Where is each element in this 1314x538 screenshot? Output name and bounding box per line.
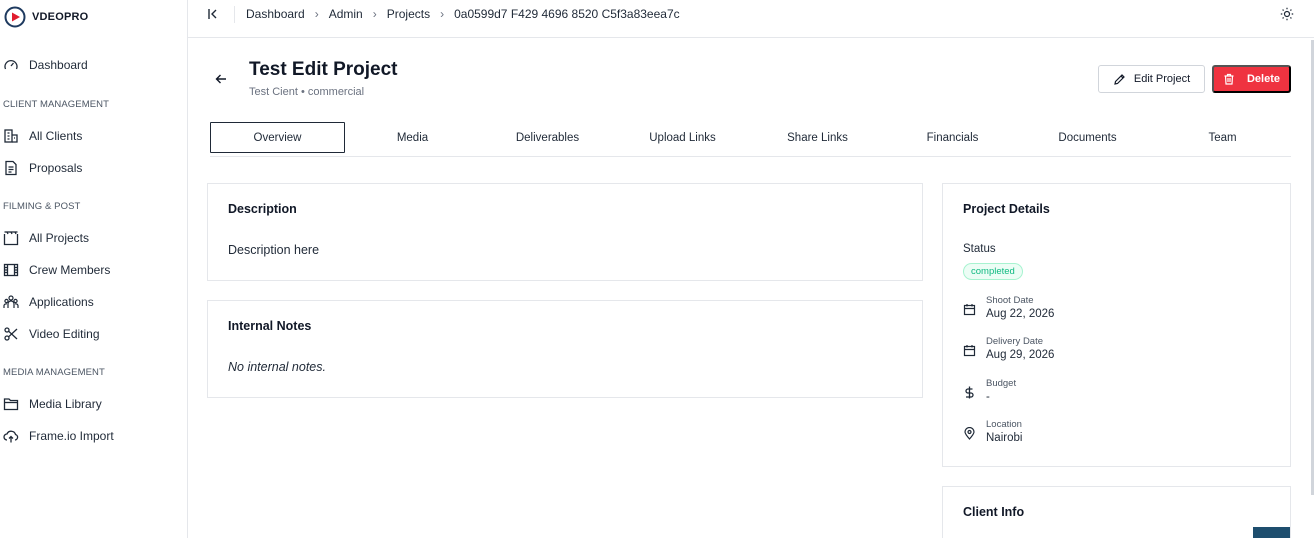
- cloud-upload-icon: [3, 430, 19, 443]
- sidebar-item-media-library[interactable]: Media Library: [3, 394, 102, 414]
- tab-overview[interactable]: Overview: [210, 122, 345, 153]
- film-icon: [3, 263, 19, 277]
- dollar-icon: [965, 386, 974, 399]
- chevron-right-icon: ›: [372, 7, 377, 21]
- sidebar-item-proposals[interactable]: Proposals: [3, 158, 82, 178]
- topbar-divider: [234, 6, 235, 23]
- client-info-title: Client Info: [963, 505, 1025, 519]
- page-subtitle: Test Cient • commercial: [249, 86, 365, 98]
- shoot-date-label: Shoot Date: [986, 295, 1034, 306]
- breadcrumb: Dashboard › Admin › Projects › 0a0599d7 …: [246, 7, 680, 21]
- internal-notes-title: Internal Notes: [228, 319, 312, 333]
- sidebar-item-all-projects[interactable]: All Projects: [3, 228, 89, 248]
- sidebar-item-dashboard[interactable]: Dashboard: [3, 55, 88, 75]
- sidebar-item-label: Crew Members: [29, 263, 111, 277]
- calendar-icon: [963, 304, 976, 316]
- description-text: Description here: [228, 243, 320, 257]
- sidebar-item-all-clients[interactable]: All Clients: [3, 126, 82, 146]
- sidebar-item-frameio-import[interactable]: Frame.io Import: [3, 426, 114, 446]
- budget-label: Budget: [986, 378, 1017, 389]
- tab-financials[interactable]: Financials: [885, 122, 1020, 153]
- sidebar-section-media-management: MEDIA MANAGEMENT: [3, 367, 105, 378]
- sidebar-item-applications[interactable]: Applications: [3, 292, 94, 312]
- project-tabs: Overview Media Deliverables Upload Links…: [210, 122, 1291, 157]
- sidebar-item-label: Media Library: [29, 397, 102, 411]
- folder-icon: [3, 398, 19, 411]
- sidebar-section-client-management: CLIENT MANAGEMENT: [3, 99, 110, 110]
- tab-upload-links[interactable]: Upload Links: [615, 122, 750, 153]
- budget-value: -: [986, 391, 990, 403]
- scissors-icon: [4, 327, 18, 341]
- description-title: Description: [228, 202, 297, 216]
- document-icon: [5, 160, 17, 176]
- status-label: Status: [963, 243, 996, 255]
- sidebar-item-label: Dashboard: [29, 58, 88, 72]
- shoot-date-row: Shoot Date Aug 22, 2026: [963, 295, 1054, 320]
- breadcrumb-projects[interactable]: Projects: [387, 7, 430, 21]
- sidebar: VDEOPRO Dashboard CLIENT MANAGEMENT All …: [0, 0, 188, 538]
- sun-icon[interactable]: [1280, 7, 1294, 21]
- breadcrumb-current: 0a0599d7 F429 4696 8520 C5f3a83eea7c: [454, 7, 680, 21]
- gauge-icon: [4, 59, 18, 70]
- internal-notes-card: Internal Notes No internal notes.: [207, 300, 923, 398]
- pencil-icon: [1114, 73, 1125, 85]
- sidebar-item-label: Video Editing: [29, 327, 100, 341]
- users-icon: [3, 295, 19, 308]
- tab-documents[interactable]: Documents: [1020, 122, 1155, 153]
- chevron-right-icon: ›: [314, 7, 319, 21]
- sidebar-item-video-editing[interactable]: Video Editing: [3, 324, 100, 344]
- sidebar-item-label: All Clients: [29, 129, 83, 143]
- tab-media[interactable]: Media: [345, 122, 480, 153]
- sidebar-item-crew-members[interactable]: Crew Members: [3, 260, 110, 280]
- brand[interactable]: VDEOPRO: [4, 6, 88, 28]
- location-label: Location: [986, 419, 1022, 430]
- breadcrumb-admin[interactable]: Admin: [329, 7, 363, 21]
- building-icon: [4, 129, 18, 143]
- edit-project-button[interactable]: Edit Project: [1098, 65, 1205, 93]
- calendar-icon: [963, 345, 976, 357]
- edit-project-label: Edit Project: [1133, 73, 1191, 85]
- page-title: Test Edit Project: [249, 59, 398, 80]
- shoot-date-value: Aug 22, 2026: [986, 308, 1055, 320]
- sidebar-item-label: All Projects: [29, 231, 90, 245]
- breadcrumb-dashboard[interactable]: Dashboard: [246, 7, 305, 21]
- delivery-date-label: Delivery Date: [986, 336, 1044, 347]
- delete-label: Delete: [1246, 73, 1281, 85]
- collapse-sidebar-icon[interactable]: [205, 6, 221, 22]
- clapperboard-icon: [3, 231, 19, 246]
- tab-share-links[interactable]: Share Links: [750, 122, 885, 153]
- sidebar-item-label: Frame.io Import: [29, 429, 114, 443]
- delivery-date-row: Delivery Date Aug 29, 2026: [963, 336, 1054, 361]
- delivery-date-value: Aug 29, 2026: [986, 349, 1055, 361]
- sidebar-item-label: Proposals: [29, 161, 83, 175]
- project-details-title: Project Details: [963, 202, 1050, 216]
- status-badge: completed: [963, 263, 1023, 280]
- sidebar-item-label: Applications: [29, 295, 94, 309]
- topbar: Dashboard › Admin › Projects › 0a0599d7 …: [188, 0, 1314, 38]
- client-info-card: Client Info: [942, 486, 1291, 538]
- tab-team[interactable]: Team: [1155, 122, 1290, 153]
- budget-row: Budget -: [963, 378, 1016, 403]
- delete-button[interactable]: Delete: [1212, 65, 1291, 93]
- sidebar-section-filming-post: FILMING & POST: [3, 201, 81, 212]
- location-value: Nairobi: [986, 432, 1023, 444]
- play-logo-icon: [4, 6, 26, 28]
- description-card: Description Description here: [207, 183, 923, 281]
- trash-icon: [1224, 73, 1234, 85]
- location-row: Location Nairobi: [963, 419, 1022, 444]
- back-arrow-icon[interactable]: [214, 72, 228, 86]
- tab-deliverables[interactable]: Deliverables: [480, 122, 615, 153]
- chevron-right-icon: ›: [440, 7, 445, 21]
- internal-notes-text: No internal notes.: [228, 360, 326, 374]
- floating-widget[interactable]: [1253, 527, 1290, 538]
- brand-name: VDEOPRO: [32, 11, 89, 23]
- project-details-card: Project Details Status completed Shoot D…: [942, 183, 1291, 467]
- map-pin-icon: [964, 427, 975, 440]
